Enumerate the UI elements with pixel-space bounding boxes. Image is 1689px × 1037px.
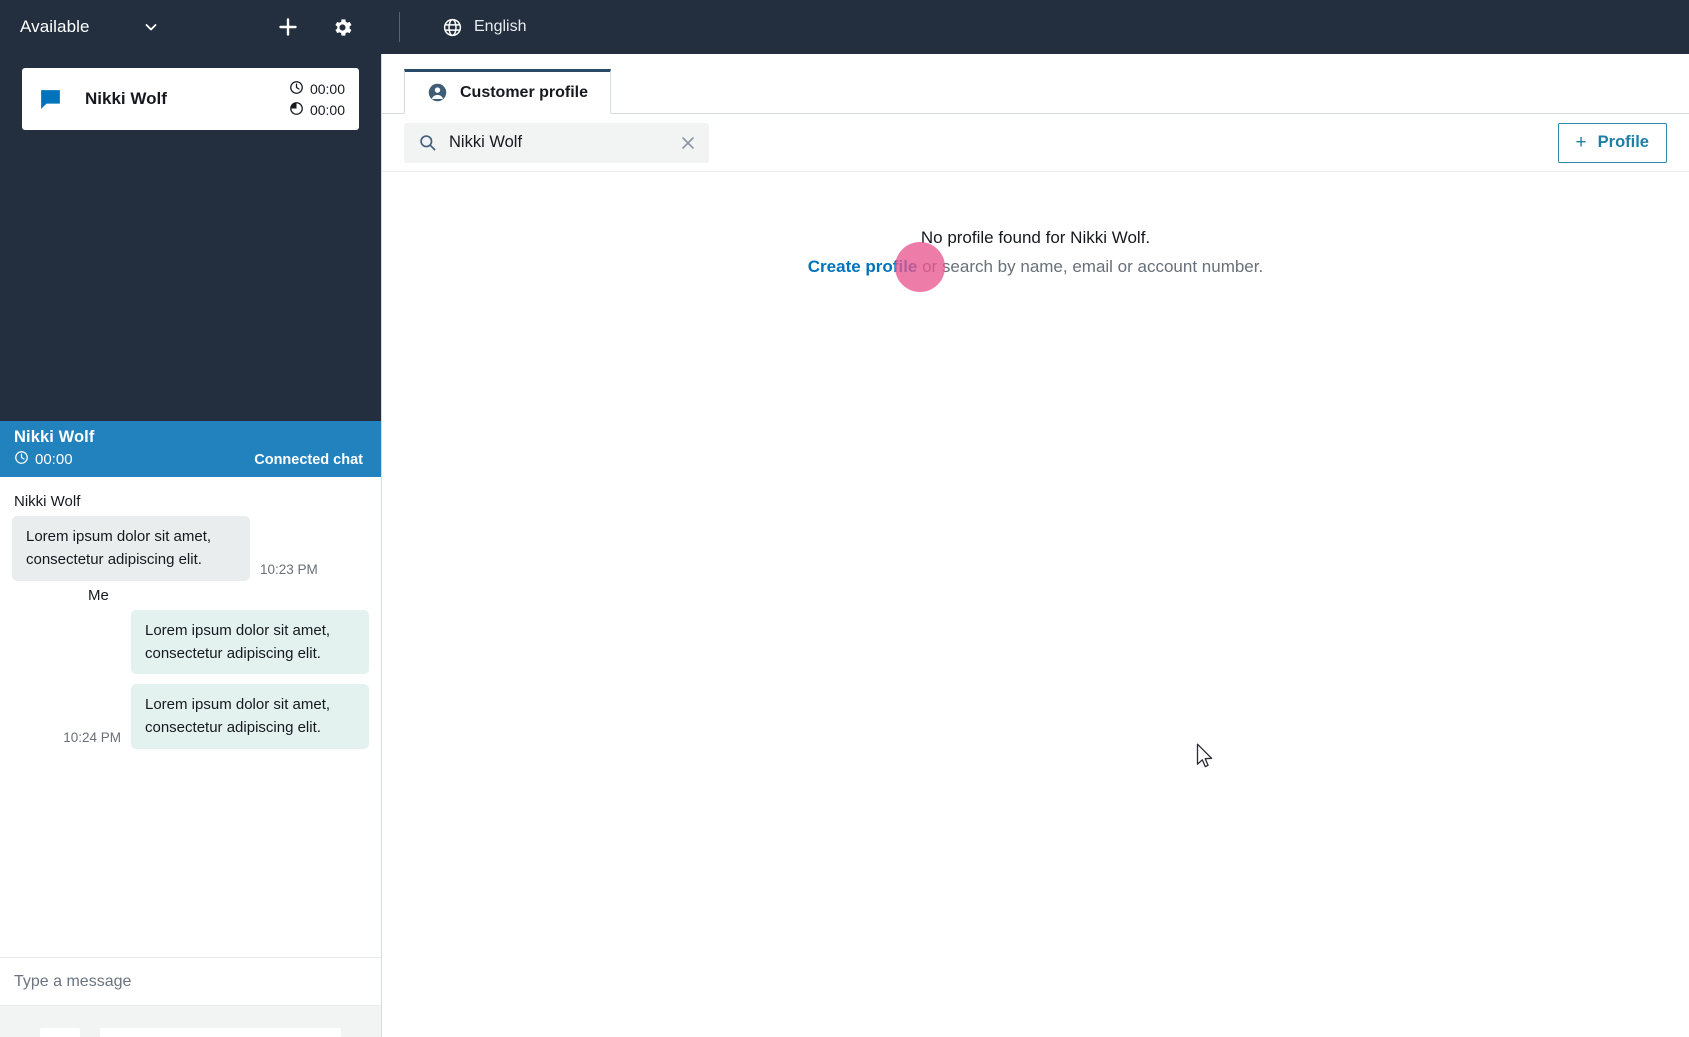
language-selector[interactable]: English bbox=[442, 17, 526, 38]
contact-control-panel: Nikki Wolf 00:00 00:00 Nikki Wolf 00:00 … bbox=[0, 54, 382, 1037]
message-row: Lorem ipsum dolor sit amet, consectetur … bbox=[12, 516, 369, 581]
create-profile-link[interactable]: Create profile bbox=[808, 257, 918, 276]
contact-timer-connected: 00:00 bbox=[289, 80, 345, 98]
contact-card[interactable]: Nikki Wolf 00:00 00:00 bbox=[22, 68, 359, 130]
top-bar-actions: English bbox=[271, 10, 526, 44]
connected-chat-timer: 00:00 bbox=[14, 450, 73, 469]
search-field[interactable] bbox=[404, 122, 709, 163]
contact-duration-icon bbox=[289, 101, 304, 119]
chevron-down-icon bbox=[143, 19, 159, 35]
agent-status-label: Available bbox=[20, 17, 90, 36]
chat-action-bar: End chat bbox=[0, 1006, 381, 1037]
tab-strip: Customer profile bbox=[382, 54, 1689, 114]
message-timestamp: 10:24 PM bbox=[63, 729, 121, 745]
message-bubble-stack: Lorem ipsum dolor sit amet, consectetur … bbox=[131, 609, 369, 749]
message-group-outgoing: Me 10:24 PM Lorem ipsum dolor sit amet, … bbox=[12, 587, 369, 749]
message-group-incoming: Nikki Wolf Lorem ipsum dolor sit amet, c… bbox=[12, 493, 369, 581]
message-bubble: Lorem ipsum dolor sit amet, consectetur … bbox=[131, 609, 369, 674]
empty-state-hint: or search by name, email or account numb… bbox=[917, 257, 1264, 276]
empty-state-subtitle: Create profile or search by name, email … bbox=[382, 257, 1689, 277]
agent-status-selector[interactable]: Available bbox=[0, 0, 175, 54]
clock-icon bbox=[14, 450, 29, 469]
contact-timers: 00:00 00:00 bbox=[289, 80, 345, 119]
message-row: 10:24 PM Lorem ipsum dolor sit amet, con… bbox=[12, 609, 369, 749]
globe-icon bbox=[442, 17, 463, 38]
toolbar-divider bbox=[399, 12, 400, 42]
person-circle-icon bbox=[427, 82, 448, 103]
search-input[interactable] bbox=[449, 133, 675, 152]
close-icon[interactable] bbox=[677, 132, 699, 154]
empty-state: No profile found for Nikki Wolf. Create … bbox=[382, 172, 1689, 277]
chat-transcript[interactable]: Nikki Wolf Lorem ipsum dolor sit amet, c… bbox=[0, 477, 381, 958]
connected-chat-timer-value: 00:00 bbox=[35, 451, 73, 468]
create-profile-button[interactable]: + Profile bbox=[1557, 122, 1667, 163]
connected-customer-name: Nikki Wolf bbox=[14, 428, 95, 446]
connection-state-label: Connected chat bbox=[254, 451, 363, 468]
message-author: Me bbox=[88, 586, 109, 604]
connected-chat-header: Nikki Wolf 00:00 Connected chat bbox=[0, 421, 381, 477]
chat-bubble-icon bbox=[38, 87, 63, 112]
message-author: Nikki Wolf bbox=[14, 493, 81, 510]
tab-customer-profile[interactable]: Customer profile bbox=[404, 69, 612, 114]
contact-timer-duration: 00:00 bbox=[289, 101, 345, 119]
contact-name: Nikki Wolf bbox=[85, 89, 167, 108]
gear-icon[interactable] bbox=[325, 10, 359, 44]
app-root: Available English Nikki Wolf 00:00 00:00… bbox=[0, 0, 1689, 1037]
plus-icon: + bbox=[1575, 132, 1587, 153]
empty-state-title: No profile found for Nikki Wolf. bbox=[920, 228, 1151, 247]
message-bubble: Lorem ipsum dolor sit amet, consectetur … bbox=[131, 684, 369, 749]
contact-timer-duration-value: 00:00 bbox=[309, 101, 345, 118]
profile-button-label: Profile bbox=[1597, 133, 1649, 151]
message-composer[interactable] bbox=[0, 958, 381, 1006]
message-timestamp: 10:23 PM bbox=[260, 561, 318, 577]
crm-panel: Customer profile + bbox=[382, 54, 1689, 1037]
top-bar: Available English bbox=[0, 0, 1689, 54]
search-icon bbox=[418, 133, 437, 152]
language-label: English bbox=[474, 18, 527, 35]
contacts-list: Nikki Wolf 00:00 00:00 bbox=[0, 54, 381, 421]
clock-icon bbox=[289, 80, 304, 98]
tab-label: Customer profile bbox=[460, 83, 589, 101]
message-bubble: Lorem ipsum dolor sit amet, consectetur … bbox=[12, 516, 250, 581]
connected-chat-meta: 00:00 Connected chat bbox=[14, 450, 367, 469]
plus-icon[interactable] bbox=[271, 10, 305, 44]
profile-search-bar: + Profile bbox=[382, 114, 1689, 172]
message-input[interactable] bbox=[14, 972, 367, 991]
contact-timer-connected-value: 00:00 bbox=[309, 80, 345, 97]
quick-connects-button[interactable] bbox=[40, 1027, 80, 1037]
end-chat-button[interactable]: End chat bbox=[100, 1027, 341, 1037]
